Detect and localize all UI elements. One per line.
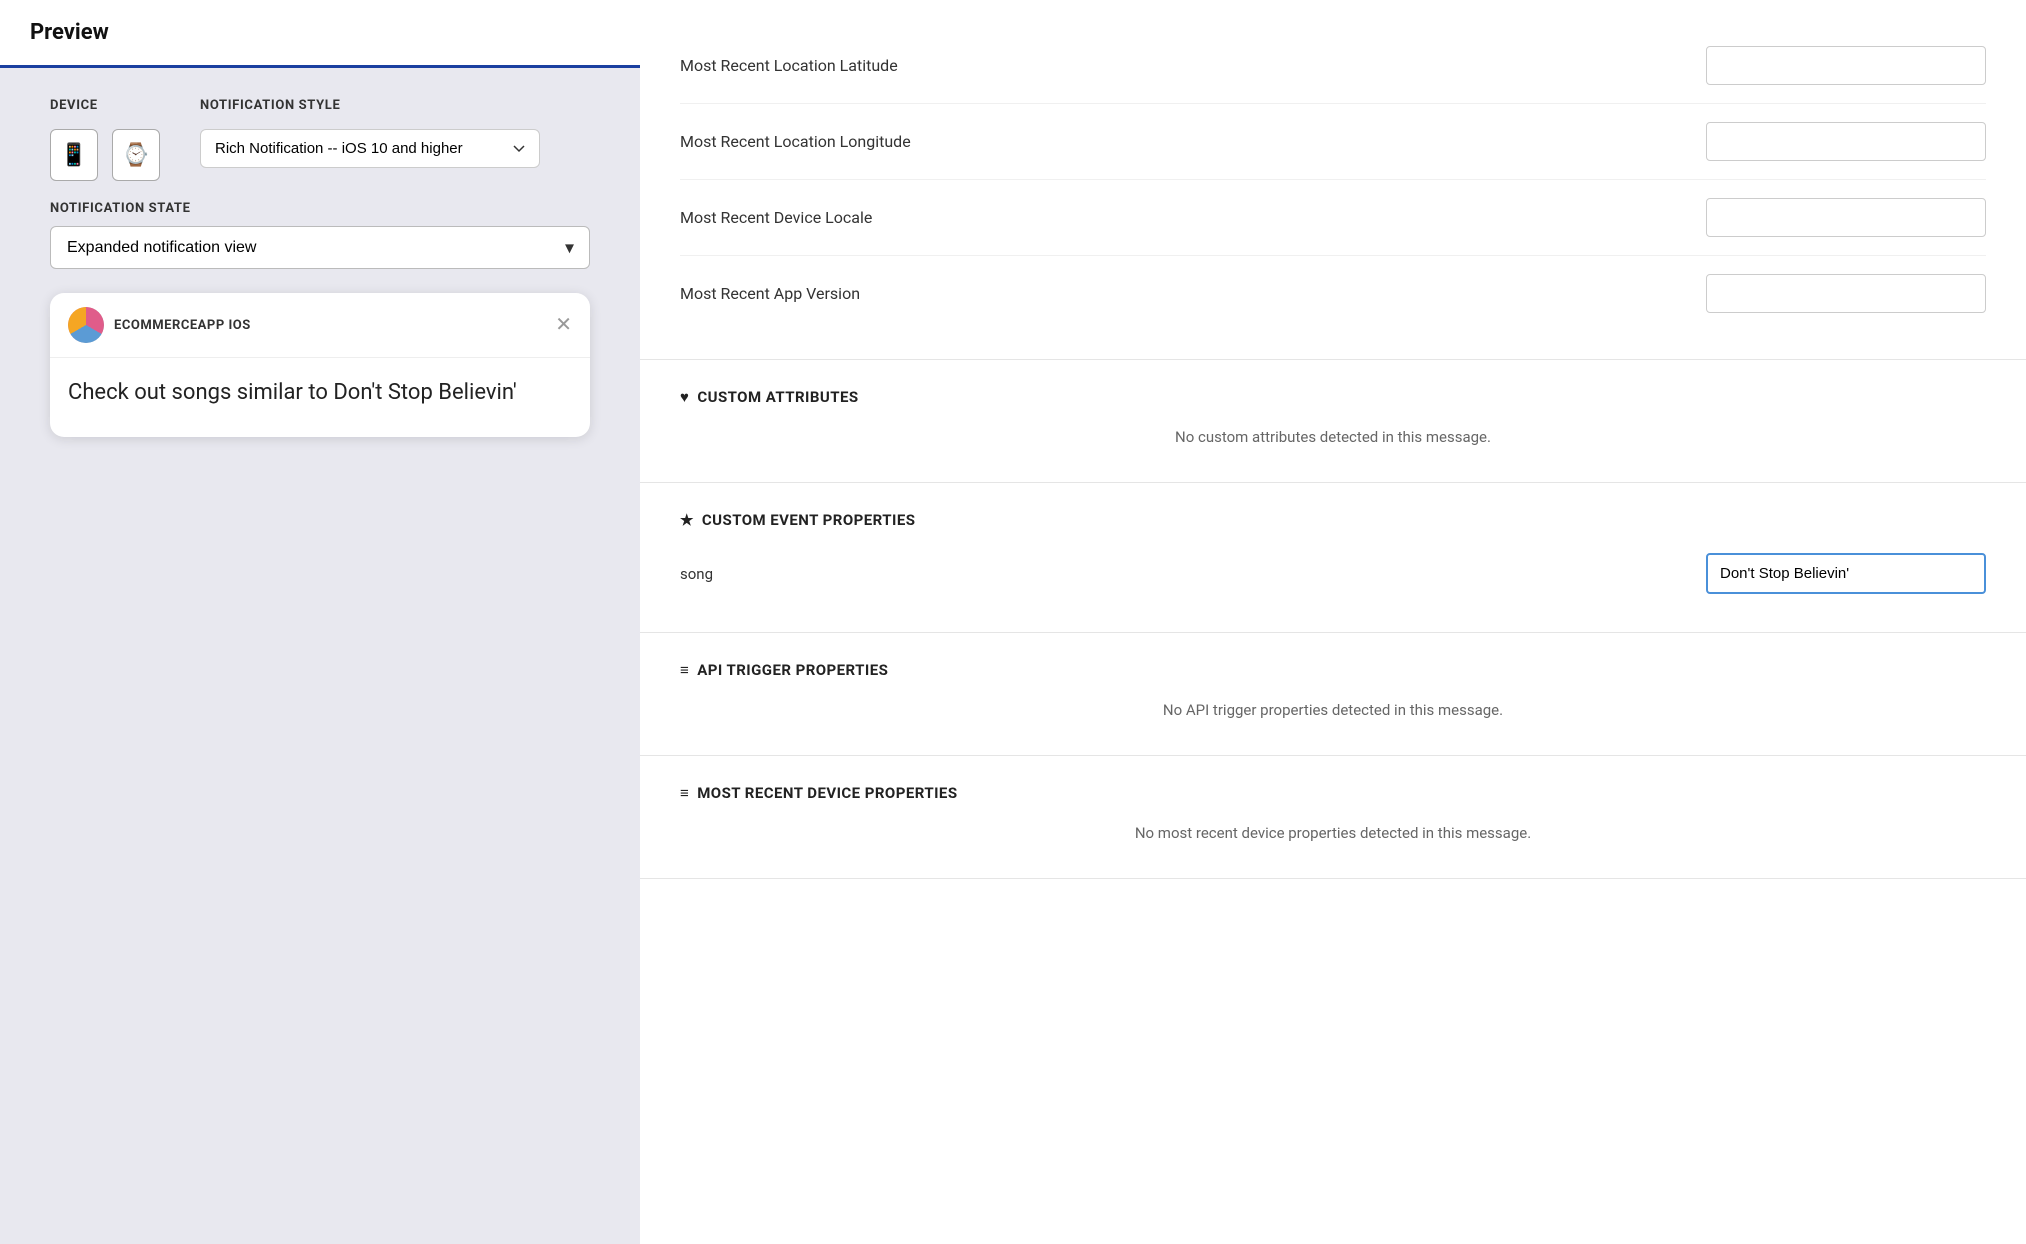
notification-state-label: NOTIFICATION STATE bbox=[50, 201, 590, 216]
locale-input[interactable] bbox=[1706, 198, 1986, 237]
phone-device-button[interactable]: 📱 bbox=[50, 129, 98, 181]
song-label: song bbox=[680, 565, 713, 583]
left-panel: Preview DEVICE 📱 ⌚ NOTIFICATION STYLE Ri… bbox=[0, 0, 640, 1244]
field-row-app-version: Most Recent App Version bbox=[680, 256, 1986, 331]
device-label: DEVICE bbox=[50, 98, 160, 113]
custom-attributes-title: ♥ CUSTOM ATTRIBUTES bbox=[680, 388, 1986, 406]
right-panel: Most Recent Location Latitude Most Recen… bbox=[640, 0, 2026, 1244]
notification-card: ECOMMERCEAPP IOS ✕ Check out songs simil… bbox=[50, 293, 590, 437]
notification-state-select[interactable]: Expanded notification view bbox=[50, 226, 590, 269]
preview-header: Preview bbox=[0, 0, 640, 68]
api-trigger-empty: No API trigger properties detected in th… bbox=[680, 693, 1986, 727]
most-recent-device-empty: No most recent device properties detecte… bbox=[680, 816, 1986, 850]
api-trigger-title: ≡ API TRIGGER PROPERTIES bbox=[680, 661, 1986, 679]
notification-style-select[interactable]: Rich Notification -- iOS 10 and higher bbox=[200, 129, 540, 168]
app-info: ECOMMERCEAPP IOS bbox=[68, 307, 251, 343]
locale-label: Most Recent Device Locale bbox=[680, 208, 1706, 227]
custom-attributes-section: ♥ CUSTOM ATTRIBUTES No custom attributes… bbox=[640, 360, 2026, 483]
device-list-icon: ≡ bbox=[680, 784, 689, 802]
song-input[interactable] bbox=[1706, 553, 1986, 594]
notification-style-label: NOTIFICATION STYLE bbox=[200, 98, 540, 113]
latitude-input[interactable] bbox=[1706, 46, 1986, 85]
song-row: song bbox=[680, 543, 1986, 604]
custom-attributes-empty: No custom attributes detected in this me… bbox=[680, 420, 1986, 454]
most-recent-device-section: ≡ MOST RECENT DEVICE PROPERTIES No most … bbox=[640, 756, 2026, 879]
notification-card-header: ECOMMERCEAPP IOS ✕ bbox=[50, 293, 590, 358]
app-version-input[interactable] bbox=[1706, 274, 1986, 313]
longitude-label: Most Recent Location Longitude bbox=[680, 132, 1706, 151]
preview-title: Preview bbox=[30, 20, 610, 45]
field-row-longitude: Most Recent Location Longitude bbox=[680, 104, 1986, 180]
app-version-label: Most Recent App Version bbox=[680, 284, 1706, 303]
custom-event-properties-title: ★ CUSTOM EVENT PROPERTIES bbox=[680, 511, 1986, 529]
heart-icon: ♥ bbox=[680, 388, 689, 406]
custom-event-properties-section: ★ CUSTOM EVENT PROPERTIES song bbox=[640, 483, 2026, 633]
longitude-input[interactable] bbox=[1706, 122, 1986, 161]
most-recent-device-title: ≡ MOST RECENT DEVICE PROPERTIES bbox=[680, 784, 1986, 802]
api-trigger-section: ≡ API TRIGGER PROPERTIES No API trigger … bbox=[640, 633, 2026, 756]
notification-card-body: Check out songs similar to Don't Stop Be… bbox=[50, 358, 590, 437]
list-icon: ≡ bbox=[680, 661, 689, 679]
latitude-label: Most Recent Location Latitude bbox=[680, 56, 1706, 75]
star-icon: ★ bbox=[680, 511, 694, 529]
app-name: ECOMMERCEAPP IOS bbox=[114, 318, 251, 333]
close-notification-button[interactable]: ✕ bbox=[555, 315, 572, 335]
notification-message: Check out songs similar to Don't Stop Be… bbox=[68, 378, 572, 409]
location-fields-section: Most Recent Location Latitude Most Recen… bbox=[640, 0, 2026, 360]
field-row-locale: Most Recent Device Locale bbox=[680, 180, 1986, 256]
app-icon bbox=[68, 307, 104, 343]
field-row-latitude: Most Recent Location Latitude bbox=[680, 28, 1986, 104]
tablet-device-button[interactable]: ⌚ bbox=[112, 129, 160, 181]
